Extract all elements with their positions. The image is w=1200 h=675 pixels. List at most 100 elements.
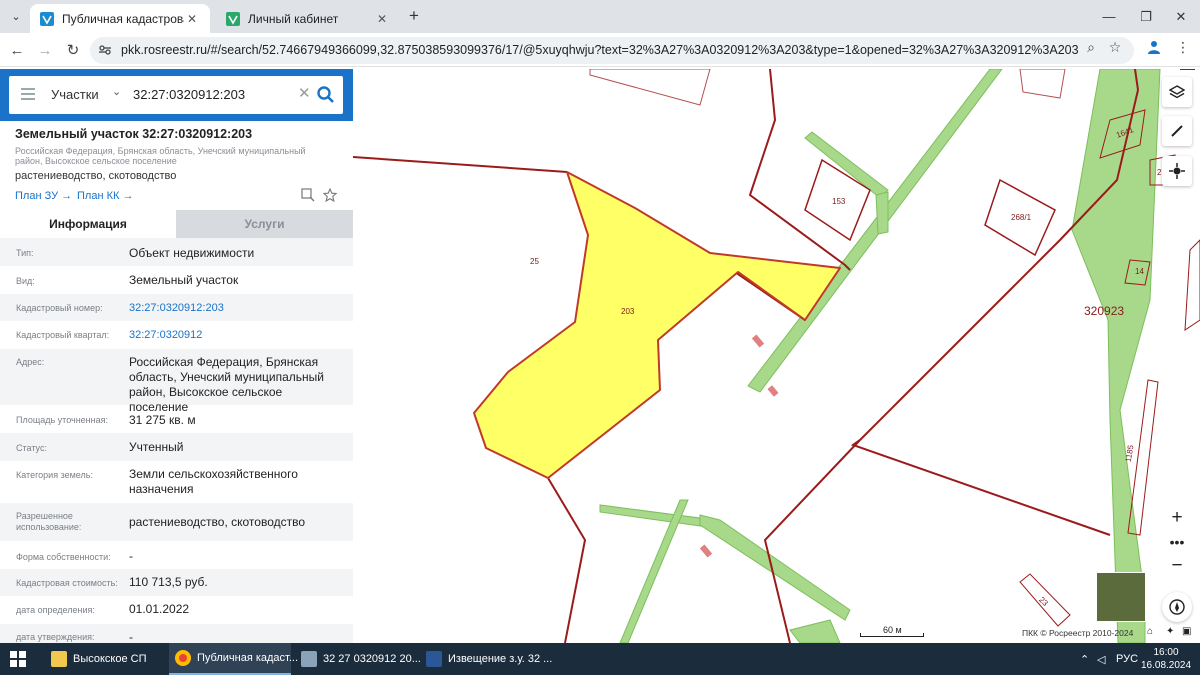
- row-value: 110 713,5 руб.: [129, 575, 208, 589]
- row-value: -: [129, 549, 133, 563]
- taskbar-item-explorer[interactable]: Высокское СП: [45, 643, 165, 675]
- zoom-in-button[interactable]: +: [1163, 507, 1191, 529]
- cadastral-number-link[interactable]: 32:27:0320912:203: [129, 301, 344, 316]
- map-copyright: ПКК © Росреестр 2010-2024: [1022, 628, 1134, 638]
- table-row: Адрес: Российская Федерация, Брянская об…: [0, 349, 353, 414]
- taskbar-item-word[interactable]: Извещение з.у. 32 ...: [420, 643, 552, 675]
- plan-zu-link[interactable]: План ЗУ →: [15, 190, 72, 202]
- browser-menu-icon[interactable]: ⋮: [1173, 37, 1193, 57]
- table-row: Площадь уточненная: 31 275 кв. м: [0, 405, 353, 433]
- settings-icon[interactable]: ✦: [1166, 626, 1174, 637]
- word-icon: [426, 651, 442, 667]
- close-icon[interactable]: ✕: [374, 12, 390, 26]
- compass-button[interactable]: [1162, 592, 1192, 622]
- browser-tab-cabinet[interactable]: Личный кабинет ✕: [216, 4, 400, 33]
- reload-button[interactable]: ↻: [62, 39, 84, 61]
- bookmark-star-icon[interactable]: ☆: [1105, 37, 1125, 57]
- tray-chevron-icon[interactable]: ⌃: [1080, 643, 1089, 675]
- folder-icon: [51, 651, 67, 667]
- restore-button[interactable]: ❐: [1127, 0, 1165, 33]
- parcel-label-153: 153: [832, 197, 846, 206]
- row-label: Статус:: [16, 443, 47, 453]
- zoom-more-button[interactable]: •••: [1163, 531, 1191, 553]
- measure-button[interactable]: [1162, 116, 1192, 146]
- home-icon[interactable]: ⌂: [1147, 626, 1153, 637]
- basemap-switcher[interactable]: [1096, 572, 1146, 622]
- favorite-star-icon[interactable]: [323, 188, 337, 202]
- parcel-boundary: [547, 477, 587, 643]
- tab-title: Публичная кадастровая карта: [62, 11, 184, 26]
- address-bar[interactable]: pkk.rosreestr.ru/#/search/52.74667949366…: [90, 37, 1134, 64]
- scale-bar: [860, 633, 924, 637]
- parcel-label-25: 25: [530, 257, 539, 266]
- minimize-button[interactable]: —: [1090, 0, 1128, 33]
- search-category-select[interactable]: Участки: [51, 87, 99, 102]
- row-value: 01.01.2022: [129, 602, 190, 616]
- zoom-icon[interactable]: ⌕: [1081, 37, 1101, 57]
- parcel-outline: [589, 69, 711, 106]
- cadastral-quarter-link[interactable]: 32:27:0320912: [129, 328, 344, 343]
- tab-services[interactable]: Услуги: [176, 210, 353, 238]
- parcel-outline: [1184, 239, 1200, 331]
- close-icon[interactable]: ✕: [184, 12, 200, 26]
- zoom-to-object-icon[interactable]: [301, 188, 315, 202]
- new-tab-button[interactable]: +: [404, 6, 424, 26]
- layers-button[interactable]: [1162, 77, 1192, 107]
- photo-icon: [301, 651, 317, 667]
- road-strip: [599, 504, 716, 529]
- table-row: Форма собственности: -: [0, 541, 353, 569]
- clear-icon[interactable]: ✕: [298, 84, 311, 102]
- profile-icon[interactable]: [1144, 37, 1164, 57]
- tab-information[interactable]: Информация: [0, 210, 176, 238]
- table-row: Кадастровая стоимость: 110 713,5 руб.: [0, 569, 353, 596]
- windows-taskbar: Высокское СП Публичная кадаст... 32 27 0…: [0, 643, 1200, 675]
- chrome-icon: [175, 650, 191, 666]
- parcel-boundary: [850, 439, 1111, 536]
- parcel-label-268-1: 268/1: [1011, 213, 1032, 222]
- taskbar-item-label: Высокское СП: [73, 653, 147, 665]
- table-row: Вид: Земельный участок: [0, 266, 353, 294]
- table-row: Кадастровый номер: 32:27:0320912:203: [0, 294, 353, 321]
- row-label: Категория земель:: [16, 470, 93, 480]
- selected-parcel-203: [473, 171, 841, 479]
- road-strip: [1071, 69, 1161, 643]
- table-row: Категория земель: Земли сельскохозяйстве…: [0, 461, 353, 503]
- search-input[interactable]: 32:27:0320912:203: [133, 87, 245, 102]
- chevron-down-icon[interactable]: ⌄: [112, 85, 121, 98]
- rosreestr-favicon-icon: [40, 11, 54, 26]
- zoom-out-button[interactable]: −: [1163, 555, 1191, 577]
- row-value: 31 275 кв. м: [129, 413, 196, 427]
- tab-search-button[interactable]: ⌄: [6, 6, 26, 26]
- plan-zu-label: План ЗУ: [15, 190, 59, 202]
- search-icon[interactable]: [316, 85, 336, 105]
- menu-icon[interactable]: [21, 88, 35, 100]
- row-label: дата определения:: [16, 605, 95, 615]
- browser-toolbar: ← → ↻ pkk.rosreestr.ru/#/search/52.74667…: [0, 33, 1200, 67]
- table-row: Разрешенное использование: растениеводст…: [0, 503, 353, 541]
- fullscreen-icon[interactable]: ▣: [1182, 626, 1191, 637]
- window-close-button[interactable]: ✕: [1162, 0, 1200, 33]
- table-row: Тип: Объект недвижимости: [0, 238, 353, 266]
- row-label: Форма собственности:: [16, 552, 111, 562]
- row-label: Кадастровый номер:: [16, 303, 103, 313]
- language-indicator[interactable]: РУС: [1116, 643, 1138, 675]
- cadastral-map[interactable]: 203 25 153 268/1 14 320923 1641 1185 23 …: [353, 69, 1200, 643]
- locate-button[interactable]: [1162, 156, 1192, 186]
- row-value: Земельный участок: [129, 273, 239, 287]
- building: [767, 385, 779, 397]
- taskbar-item-chrome[interactable]: Публичная кадаст...: [169, 643, 298, 675]
- row-label: дата утверждения:: [16, 632, 95, 642]
- parcel-label-203: 203: [621, 307, 635, 316]
- back-button[interactable]: ←: [6, 39, 28, 61]
- object-use: растениеводство, скотоводство: [15, 170, 177, 182]
- layers-icon: [1169, 85, 1185, 99]
- site-settings-icon[interactable]: [98, 43, 112, 57]
- plan-kk-link[interactable]: План КК →: [77, 190, 133, 202]
- system-clock[interactable]: 16:00 16.08.2024: [1141, 646, 1191, 672]
- browser-tab-pkk[interactable]: Публичная кадастровая карта ✕: [30, 4, 210, 33]
- forward-button[interactable]: →: [34, 39, 56, 61]
- volume-icon[interactable]: ◁: [1097, 643, 1105, 675]
- windows-start-icon[interactable]: [10, 651, 26, 667]
- object-title: Земельный участок 32:27:0320912:203: [15, 127, 253, 141]
- taskbar-item-image[interactable]: 32 27 0320912 20...: [295, 643, 421, 675]
